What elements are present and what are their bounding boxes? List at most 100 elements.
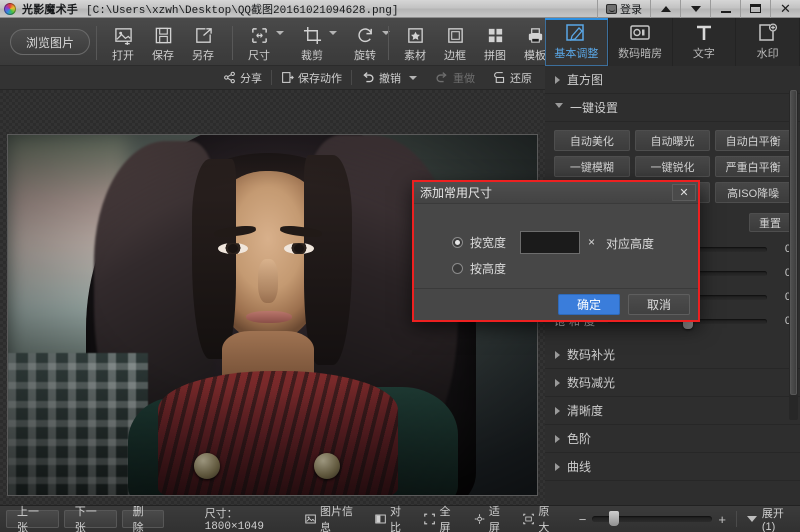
tab-text[interactable]: 文字 xyxy=(673,18,737,66)
redo-icon xyxy=(436,72,447,83)
section-curves[interactable]: 曲线 xyxy=(545,453,800,481)
onekey-button[interactable]: 自动曝光 xyxy=(634,130,711,151)
radio-by-width-indicator[interactable] xyxy=(452,237,463,248)
section-label: 数码补光 xyxy=(567,348,616,362)
onekey-button[interactable]: 自动美化 xyxy=(554,130,630,151)
section-levels[interactable]: 色阶 xyxy=(545,425,800,453)
dialog-title: 添加常用尺寸 xyxy=(420,186,493,200)
template-icon xyxy=(528,28,542,43)
reset-button[interactable]: 重置 xyxy=(749,213,791,232)
ribbon-item-size[interactable]: 尺寸 xyxy=(239,23,279,63)
panel-tabs: 基本调整 数码暗房 文字 水印 xyxy=(545,18,800,66)
save-action-icon xyxy=(282,72,294,83)
share-button[interactable]: 分享 xyxy=(214,66,271,90)
ribbon-item-open[interactable]: 打开 xyxy=(103,23,143,63)
application-window: 光影魔术手 [C:\Users\xzwh\Desktop\QQ截图2016102… xyxy=(0,0,800,532)
chevron-right-icon xyxy=(555,350,560,359)
chevron-down-icon xyxy=(746,516,757,522)
minimize-button[interactable] xyxy=(710,0,740,18)
ribbon-item-collage[interactable]: 拼图 xyxy=(475,23,515,63)
multiply-symbol: × xyxy=(588,235,596,249)
panel-scrollbar-thumb[interactable] xyxy=(790,90,797,395)
undo-button[interactable]: 撤销 xyxy=(352,66,426,90)
corresponding-height-label: 对应高度 xyxy=(606,237,655,251)
previous-image-button[interactable]: 上一张 xyxy=(6,506,59,532)
fit-screen-label: 适屏 xyxy=(488,506,500,532)
undo-dropdown-caret-icon[interactable] xyxy=(409,75,417,80)
ribbon-item-frame[interactable]: 边框 xyxy=(435,23,475,63)
ribbon-label: 另存 xyxy=(192,50,214,62)
tab-basic-adjust[interactable]: 基本调整 xyxy=(545,18,609,66)
onekey-button[interactable]: 一键锐化 xyxy=(634,156,711,177)
crop-icon xyxy=(303,26,321,45)
resize-icon xyxy=(251,28,267,43)
expand-thumbnails-button[interactable]: 展开(1) xyxy=(746,505,794,532)
ribbon-item-save-as[interactable]: 另存 xyxy=(183,23,223,63)
ribbon-item-rotate[interactable]: 旋转 xyxy=(345,23,385,63)
size-dropdown-caret-icon[interactable] xyxy=(276,31,284,35)
dialog-close-button[interactable]: ✕ xyxy=(672,184,696,201)
fit-screen-button[interactable]: 适屏 xyxy=(474,503,509,532)
section-fill-light[interactable]: 数码补光 xyxy=(545,341,800,369)
zoom-slider-knob[interactable] xyxy=(609,511,620,526)
ribbon-item-crop[interactable]: 裁剪 xyxy=(292,23,332,63)
close-button[interactable]: ✕ xyxy=(770,0,800,18)
image-info-button[interactable]: 图片信息 xyxy=(305,503,361,532)
original-size-icon xyxy=(523,513,535,525)
compare-button[interactable]: 对比 xyxy=(375,503,410,532)
dialog-footer: 确定 取消 xyxy=(414,288,698,320)
status-bar: 上一张 下一张 删除 尺寸：1800×1049 图片信息 对比 全屏 适屏 原大… xyxy=(0,505,800,532)
crop-dropdown-caret-icon[interactable] xyxy=(329,31,337,35)
skin-down-button[interactable] xyxy=(680,0,710,18)
next-image-button[interactable]: 下一张 xyxy=(63,506,117,532)
section-label: 数码减光 xyxy=(567,376,616,390)
panel-scrollbar[interactable] xyxy=(789,90,798,420)
text-icon xyxy=(696,25,711,40)
zoom-out-button[interactable]: − xyxy=(579,512,587,527)
ribbon-label: 模板 xyxy=(524,50,546,62)
save-as-icon xyxy=(195,28,212,43)
save-action-button[interactable]: 保存动作 xyxy=(272,66,351,90)
login-label: 登录 xyxy=(620,3,642,16)
tab-watermark[interactable]: 水印 xyxy=(736,18,800,66)
basic-adjust-icon xyxy=(566,24,585,41)
section-clarity[interactable]: 清晰度 xyxy=(545,397,800,425)
save-action-label: 保存动作 xyxy=(298,72,342,85)
section-histogram[interactable]: 直方图 xyxy=(545,66,800,94)
ribbon-item-material[interactable]: 素材 xyxy=(395,23,435,63)
onekey-button[interactable]: 高ISO降噪 xyxy=(715,182,791,203)
restore-icon xyxy=(494,72,505,83)
browse-images-button[interactable]: 浏览图片 xyxy=(10,29,90,55)
ribbon-label: 边框 xyxy=(444,50,466,62)
dialog-ok-button[interactable]: 确定 xyxy=(558,294,620,315)
onekey-button[interactable]: 自动白平衡 xyxy=(715,130,791,151)
dialog-cancel-button[interactable]: 取消 xyxy=(628,294,690,315)
rotate-icon xyxy=(357,28,372,43)
fullscreen-button[interactable]: 全屏 xyxy=(424,503,459,532)
save-icon xyxy=(155,27,171,44)
onekey-button[interactable]: 一键模糊 xyxy=(554,156,630,177)
zoom-in-button[interactable]: + xyxy=(718,512,726,527)
delete-image-button[interactable]: 删除 xyxy=(121,506,165,532)
tab-darkroom[interactable]: 数码暗房 xyxy=(609,18,673,66)
section-onekey[interactable]: 一键设置 xyxy=(545,94,800,122)
skin-up-button[interactable] xyxy=(650,0,680,18)
redo-label: 重做 xyxy=(453,72,475,85)
size-value-input[interactable] xyxy=(520,231,580,254)
zoom-slider-track[interactable] xyxy=(592,511,713,526)
onekey-button[interactable]: 严重白平衡 xyxy=(715,156,791,177)
radio-by-width[interactable]: 按宽度 xyxy=(452,234,506,251)
section-reduce-light[interactable]: 数码减光 xyxy=(545,369,800,397)
radio-by-height[interactable]: 按高度 xyxy=(452,260,506,277)
maximize-button[interactable] xyxy=(740,0,770,18)
restore-button[interactable]: 还原 xyxy=(484,66,541,90)
close-icon: ✕ xyxy=(679,187,689,199)
radio-by-height-indicator[interactable] xyxy=(452,263,463,274)
sticker-icon xyxy=(407,28,423,43)
original-size-button[interactable]: 原大 xyxy=(523,503,558,532)
ribbon-item-save[interactable]: 保存 xyxy=(143,23,183,63)
chevron-down-icon xyxy=(690,5,701,12)
login-button[interactable]: 登录 xyxy=(597,0,650,18)
redo-button[interactable]: 重做 xyxy=(426,66,484,90)
expand-label: 展开(1) xyxy=(761,508,784,532)
